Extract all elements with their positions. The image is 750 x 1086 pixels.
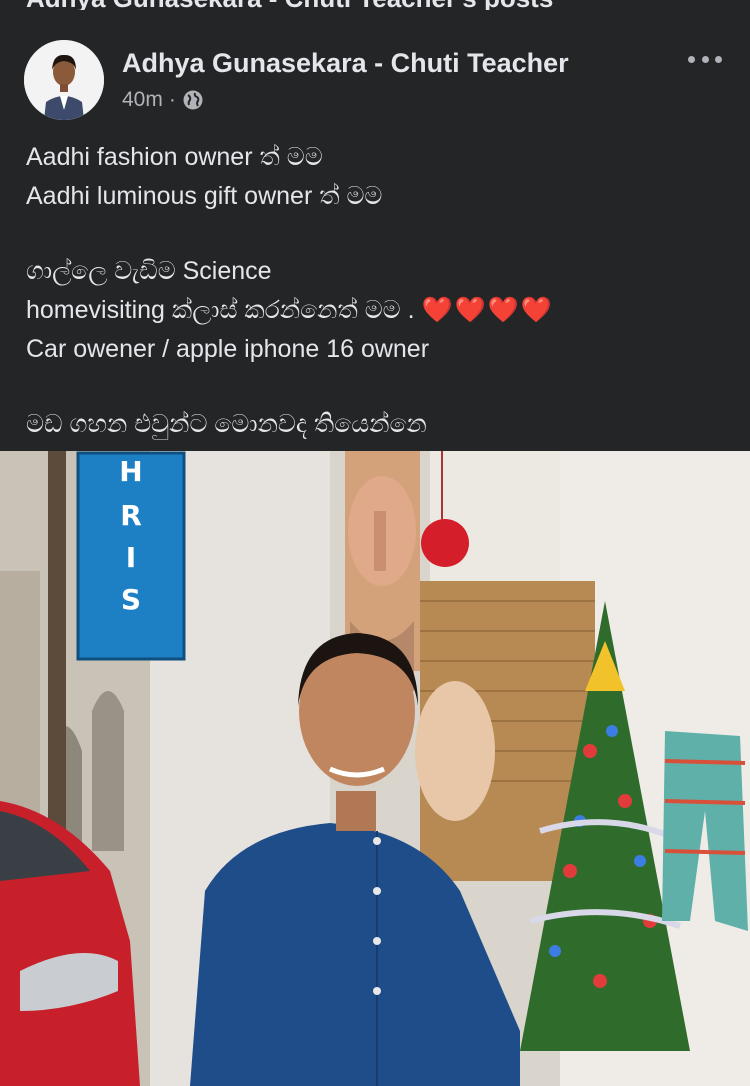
post-text: Aadhi fashion owner ත් මම Aadhi luminous… (26, 138, 726, 444)
post-line-4: homevisiting ක්ලාස් කරන්නෙත් මම . (26, 296, 415, 324)
post-header: Adhya Gunasekara - Chuti Teacher 40m · (0, 38, 750, 120)
hearts-emoji: ❤️❤️❤️❤️ (421, 296, 555, 324)
sign-letter-4: S (121, 583, 141, 616)
sign-letter-1: H (119, 455, 142, 488)
sign-letter-2: R (120, 499, 142, 532)
post-time[interactable]: 40m (122, 88, 163, 112)
author-avatar[interactable] (24, 40, 104, 120)
post-line-6: මඩ ගහන එවුන්ට මොනවද තියෙන්නෙ (26, 410, 427, 438)
author-name[interactable]: Adhya Gunasekara - Chuti Teacher (122, 48, 569, 79)
globe-icon (182, 89, 204, 111)
post-line-3: ගාල්ලෙ වැඩිම Science (26, 257, 272, 285)
post-meta: 40m · (122, 88, 204, 112)
page-header-title: Adhya Gunasekara - Chuti Teacher's posts (0, 0, 750, 10)
post-line-1: Aadhi fashion owner ත් මම (26, 143, 323, 171)
sign-letter-3: I (126, 541, 136, 574)
post-line-2: Aadhi luminous gift owner ත් මම (26, 182, 383, 210)
post-line-4-wrapper: homevisiting ක්ලාස් කරන්නෙත් මම . ❤️❤️❤️… (26, 291, 726, 330)
post-photo[interactable]: H R I S (0, 451, 750, 1086)
post-line-5: Car owener / apple iphone 16 owner (26, 335, 430, 363)
meta-separator: · (168, 88, 176, 111)
more-options-icon[interactable] (688, 52, 722, 66)
